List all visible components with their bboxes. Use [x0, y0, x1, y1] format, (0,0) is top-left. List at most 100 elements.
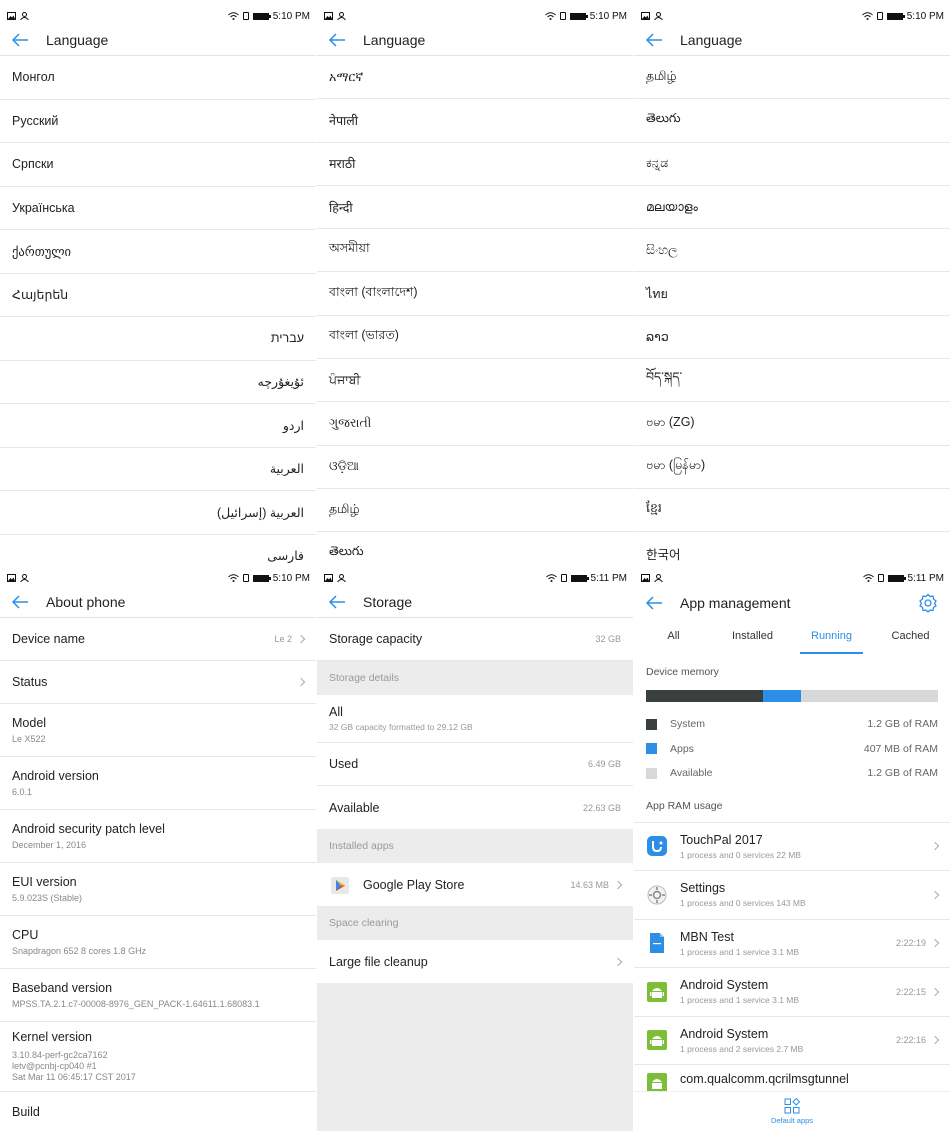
storage-available-row[interactable]: Available 22.63 GB: [317, 786, 633, 829]
language-item[interactable]: བོད་སྐད་: [634, 359, 950, 403]
language-item[interactable]: ລາວ: [634, 316, 950, 360]
storage-used-row[interactable]: Used 6.49 GB: [317, 743, 633, 786]
large-file-cleanup-row[interactable]: Large file cleanup: [317, 940, 633, 983]
language-item[interactable]: ไทย: [634, 272, 950, 316]
language-item[interactable]: ქართული: [0, 230, 316, 274]
android-icon: [646, 1029, 668, 1051]
language-item[interactable]: ಕನ್ನಡ: [634, 143, 950, 186]
language-item[interactable]: ગુજરાતી: [317, 402, 633, 446]
gear-icon[interactable]: [918, 593, 938, 613]
vibrate-icon: [242, 12, 249, 20]
device-memory-label: Device memory: [646, 666, 719, 678]
android-version-row[interactable]: Android version 6.0.1: [0, 757, 316, 810]
memory-bar-system: [646, 690, 763, 702]
default-apps-button[interactable]: Default apps: [634, 1091, 950, 1131]
storage-all-row[interactable]: All 32 GB capacity formatted to 29.12 GB: [317, 695, 633, 743]
google-play-store-row[interactable]: Google Play Store 14.63 MB: [317, 863, 633, 906]
app-row-mbn-test[interactable]: MBN Test 1 process and 1 service 3.1 MB …: [634, 918, 950, 968]
tab-cached[interactable]: Cached: [871, 618, 950, 654]
vibrate-icon: [559, 12, 566, 20]
language-item[interactable]: മലയാളം: [634, 186, 950, 230]
legend-value: 407 MB of RAM: [863, 742, 938, 755]
language-item[interactable]: العربية: [0, 448, 316, 491]
back-button[interactable]: [0, 587, 40, 618]
cpu-value: Snapdragon 652 8 cores 1.8 GHz: [12, 945, 147, 956]
chevron-right-icon: [930, 1036, 940, 1045]
language-item[interactable]: Русский: [0, 100, 316, 143]
back-button[interactable]: [317, 587, 357, 618]
language-panel-3: 5:10 PM Language தமிழ் తెలుగు ಕನ್ನಡ മലയാ…: [634, 7, 950, 567]
tab-running[interactable]: Running: [792, 618, 871, 654]
memory-legend-available: Available 1.2 GB of RAM: [634, 761, 950, 786]
build-row[interactable]: Build: [0, 1092, 316, 1131]
language-item[interactable]: ئۇيغۇرچە: [0, 361, 316, 404]
security-patch-row: Android security patch level December 1,…: [0, 810, 316, 863]
language-item[interactable]: नेपाली: [317, 99, 633, 143]
app-row-qcrilmsgtunnel[interactable]: com.qualcomm.qcrilmsgtunnel: [634, 1064, 950, 1094]
status-bar: 5:10 PM: [0, 569, 316, 587]
app-row-touchpal[interactable]: TouchPal 2017 1 process and 0 services 2…: [634, 821, 950, 871]
language-item[interactable]: አማርኛ: [317, 56, 633, 100]
installed-apps-header: Installed apps: [317, 829, 633, 863]
clock: 5:10 PM: [272, 10, 310, 22]
cpu-row: CPU Snapdragon 652 8 cores 1.8 GHz: [0, 916, 316, 969]
about-phone-panel: 5:10 PM About phone Device name Le 2 Sta…: [0, 569, 316, 1131]
google-play-store-label: Google Play Store: [363, 877, 465, 892]
tab-all[interactable]: All: [634, 618, 713, 654]
app-tabs: All Installed Running Cached: [634, 618, 950, 654]
chevron-right-icon: [930, 939, 940, 948]
language-item[interactable]: සිංහල: [634, 229, 950, 273]
language-item[interactable]: Монгол: [0, 56, 316, 100]
language-item[interactable]: ਪੰਜਾਬੀ: [317, 359, 633, 403]
language-item[interactable]: 한국어: [634, 532, 950, 567]
user-notification-icon: [654, 12, 663, 20]
app-meta: 1 process and 1 service 3.1 MB: [680, 995, 800, 1006]
back-button[interactable]: [634, 25, 674, 56]
language-item[interactable]: தமிழ்: [634, 56, 950, 100]
build-label: Build: [12, 1105, 40, 1119]
language-item[interactable]: ଓଡ଼ିଆ: [317, 446, 633, 489]
language-item[interactable]: العربية (إسرائيل): [0, 491, 316, 535]
gallery-notification-icon: [641, 574, 650, 582]
language-item[interactable]: اردو: [0, 404, 316, 448]
language-item[interactable]: Српски: [0, 143, 316, 187]
storage-details-header: Storage details: [317, 661, 633, 695]
language-item[interactable]: Հայերեն: [0, 274, 316, 317]
app-time: 2:22:16: [895, 1035, 926, 1046]
language-item[interactable]: עברית: [0, 317, 316, 361]
security-patch-value: December 1, 2016: [12, 839, 87, 850]
language-item[interactable]: ဗမာ (မြန်မာ): [634, 446, 950, 489]
app-row-settings[interactable]: Settings 1 process and 0 services 143 MB: [634, 870, 950, 919]
tab-installed[interactable]: Installed: [713, 618, 792, 654]
storage-capacity-row: Storage capacity 32 GB: [317, 618, 633, 661]
language-item[interactable]: తెలుగు: [634, 99, 950, 143]
status-row[interactable]: Status: [0, 661, 316, 704]
clock: 5:10 PM: [589, 10, 627, 22]
page-title: Storage: [363, 594, 413, 610]
back-button[interactable]: [317, 25, 357, 56]
language-item[interactable]: ဗမာ (ZG): [634, 402, 950, 446]
device-name-row[interactable]: Device name Le 2: [0, 618, 316, 661]
language-item[interactable]: తెలుగు: [317, 532, 633, 567]
language-item[interactable]: বাংলা (বাংলাদেশ): [317, 272, 633, 316]
language-item[interactable]: বাংলা (ভারত): [317, 316, 633, 360]
gallery-notification-icon: [324, 12, 333, 20]
language-item[interactable]: हिन्दी: [317, 186, 633, 230]
app-time: 2:22:19: [895, 938, 926, 949]
back-button[interactable]: [634, 587, 674, 618]
language-item[interactable]: ខ្មែរ: [634, 489, 950, 533]
status-bar: 5:10 PM: [0, 7, 316, 25]
kernel-value-line-1: 3.10.84-perf-gc2ca7162: [12, 1050, 108, 1060]
language-item[interactable]: मराठी: [317, 143, 633, 186]
app-row-android-system[interactable]: Android System 1 process and 1 service 3…: [634, 967, 950, 1016]
language-item[interactable]: தமிழ்: [317, 489, 633, 533]
app-row-android-system[interactable]: Android System 1 process and 2 services …: [634, 1015, 950, 1065]
language-item[interactable]: অসমীয়া: [317, 229, 633, 273]
title-bar: Storage: [317, 587, 633, 618]
chevron-right-icon: [613, 880, 623, 889]
language-item[interactable]: Українська: [0, 187, 316, 230]
back-button[interactable]: [0, 25, 40, 56]
google-play-store-icon: [331, 876, 349, 894]
language-item[interactable]: فارسی: [0, 535, 316, 568]
page-title: Language: [46, 32, 109, 48]
